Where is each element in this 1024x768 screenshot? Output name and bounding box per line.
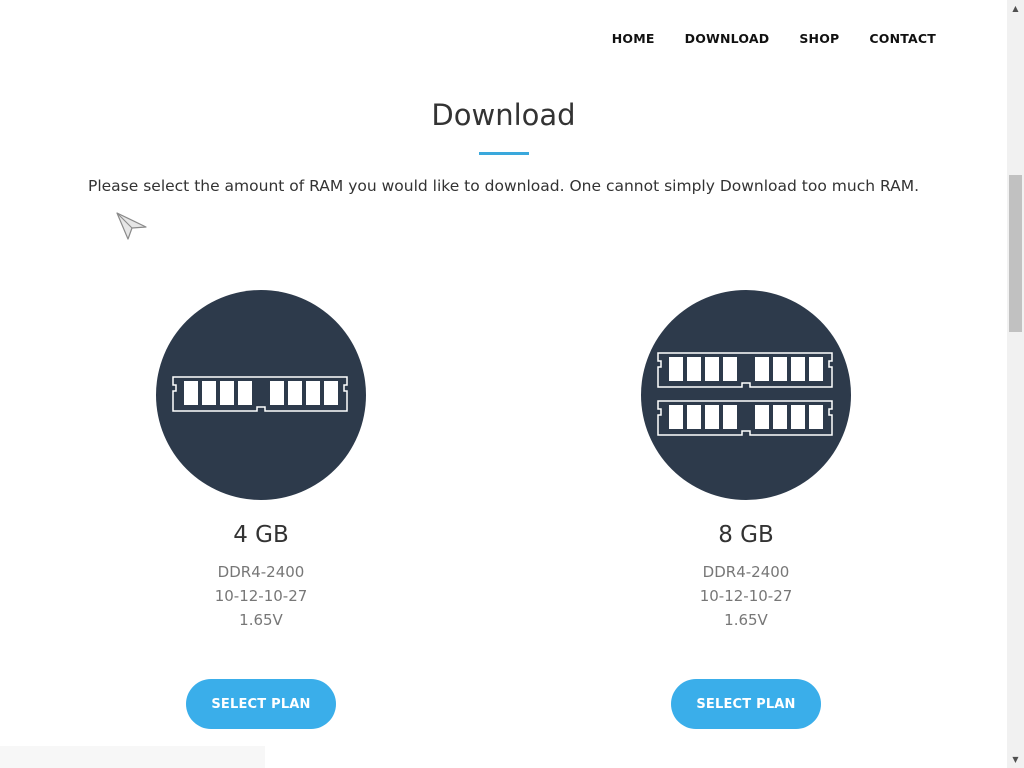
page-title: Download <box>431 98 576 132</box>
vertical-scrollbar[interactable]: ▲ ▼ <box>1007 0 1024 768</box>
page: HOME DOWNLOAD SHOP CONTACT Download Plea… <box>0 0 1024 768</box>
plan-spec-type: DDR4-2400 <box>217 563 305 581</box>
plan-card-8gb: 8 GB DDR4-2400 10-12-10-27 1.65V SELECT … <box>626 290 866 729</box>
scroll-down-arrow-icon[interactable]: ▼ <box>1007 751 1024 768</box>
plan-spec-voltage: 1.65V <box>724 611 768 629</box>
ram-stick-double-icon <box>657 352 833 436</box>
nav-download-link[interactable]: DOWNLOAD <box>685 31 770 46</box>
plan-spec-timings: 10-12-10-27 <box>214 587 308 605</box>
plan-size-label: 4 GB <box>233 522 289 548</box>
select-plan-8gb-button[interactable]: SELECT PLAN <box>671 679 821 729</box>
plan-icon-circle <box>156 290 366 500</box>
nav-shop-link[interactable]: SHOP <box>799 31 839 46</box>
plan-size-label: 8 GB <box>718 522 774 548</box>
plan-spec-timings: 10-12-10-27 <box>699 587 793 605</box>
nav-home-link[interactable]: HOME <box>612 31 655 46</box>
title-underline <box>479 152 529 155</box>
ram-stick-single-icon <box>172 376 348 412</box>
plan-spec-type: DDR4-2400 <box>702 563 790 581</box>
plan-card-4gb: 4 GB DDR4-2400 10-12-10-27 1.65V SELECT … <box>141 290 381 729</box>
main-nav: HOME DOWNLOAD SHOP CONTACT <box>582 31 936 46</box>
select-plan-4gb-button[interactable]: SELECT PLAN <box>186 679 336 729</box>
plan-specs: DDR4-2400 10-12-10-27 1.65V <box>626 560 866 632</box>
mouse-cursor-icon <box>116 212 147 240</box>
plan-specs: DDR4-2400 10-12-10-27 1.65V <box>141 560 381 632</box>
top-navigation-bar: HOME DOWNLOAD SHOP CONTACT <box>0 0 1007 78</box>
browser-viewport: HOME DOWNLOAD SHOP CONTACT Download Plea… <box>0 0 1007 768</box>
plan-spec-voltage: 1.65V <box>239 611 283 629</box>
plan-icon-circle <box>641 290 851 500</box>
scroll-up-arrow-icon[interactable]: ▲ <box>1007 0 1024 17</box>
intro-text: Please select the amount of RAM you woul… <box>87 177 920 195</box>
bottom-left-overlay <box>0 746 265 768</box>
nav-contact-link[interactable]: CONTACT <box>869 31 936 46</box>
scrollbar-thumb[interactable] <box>1009 175 1022 332</box>
